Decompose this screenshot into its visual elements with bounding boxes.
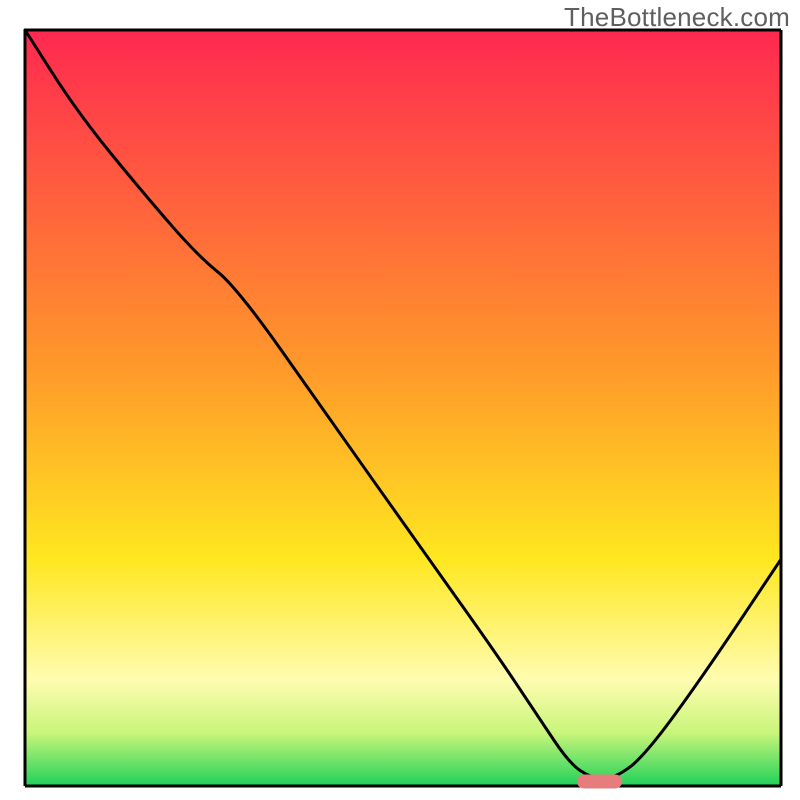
plot-area	[25, 30, 781, 786]
chart-stage: TheBottleneck.com	[0, 0, 800, 800]
bottleneck-chart	[0, 0, 800, 800]
optimal-marker	[577, 774, 622, 788]
